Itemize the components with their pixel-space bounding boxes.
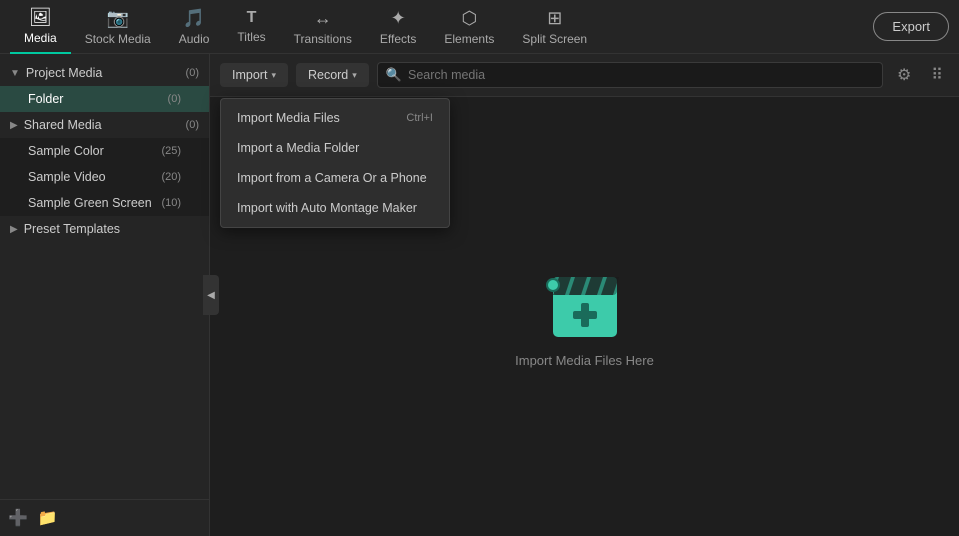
sidebar-bottom: ➕ 📁 [0, 499, 209, 536]
sidebar-label-sample-video: Sample Video [28, 170, 161, 184]
top-nav: 🖼 Media 📷 Stock Media 🎵 Audio T Titles ↔… [0, 0, 959, 54]
arrow-icon: ▼ [10, 68, 20, 79]
effects-icon: ✦ [391, 8, 406, 29]
filter-button[interactable]: ⚙ [891, 63, 917, 87]
sidebar-item-shared-media[interactable]: ▶ Shared Media (0) [0, 112, 209, 138]
export-button[interactable]: Export [873, 12, 949, 41]
record-button[interactable]: Record ▾ [296, 63, 369, 87]
media-icon: 🖼 [29, 7, 52, 28]
main-layout: ▼ Project Media (0) Folder (0) ▶ Shared … [0, 54, 959, 536]
search-bar: 🔍 [377, 62, 883, 88]
nav-label-media: Media [24, 31, 57, 45]
content-area: Import ▾ Record ▾ 🔍 ⚙ ⠿ Import Media Fil… [210, 54, 959, 536]
dropdown-overlay: Import Media Files Ctrl+I Import a Media… [220, 98, 450, 228]
placeholder-text: Import Media Files Here [515, 353, 654, 368]
sidebar-item-project-media[interactable]: ▼ Project Media (0) [0, 60, 209, 86]
clapperboard-icon [545, 265, 625, 337]
arrow-icon-preset: ▶ [10, 224, 18, 235]
nav-item-elements[interactable]: ⬡ Elements [430, 0, 508, 54]
dropdown-import-camera[interactable]: Import from a Camera Or a Phone [221, 163, 449, 193]
dropdown-label-import-montage: Import with Auto Montage Maker [237, 201, 417, 215]
dropdown-label-import-files: Import Media Files [237, 111, 340, 125]
record-label: Record [308, 68, 348, 82]
sidebar-item-sample-video[interactable]: Sample Video (20) [0, 164, 209, 190]
record-chevron-icon: ▾ [352, 70, 357, 81]
nav-label-stock-media: Stock Media [85, 32, 151, 46]
sidebar-count-sample-green-screen: (10) [161, 197, 181, 209]
sidebar-item-sample-color[interactable]: Sample Color (25) [0, 138, 209, 164]
elements-icon: ⬡ [462, 8, 478, 29]
search-icon: 🔍 [386, 67, 402, 83]
dropdown-shortcut-import-files: Ctrl+I [406, 112, 433, 124]
grid-view-button[interactable]: ⠿ [925, 63, 949, 87]
sidebar-count-shared-media: (0) [186, 119, 199, 131]
nav-item-stock-media[interactable]: 📷 Stock Media [71, 0, 165, 54]
toolbar: Import ▾ Record ▾ 🔍 ⚙ ⠿ [210, 54, 959, 97]
import-label: Import [232, 68, 267, 82]
sidebar-item-sample-green-screen[interactable]: Sample Green Screen (10) [0, 190, 209, 216]
split-screen-icon: ⊞ [547, 8, 562, 29]
sidebar-count-sample-video: (20) [161, 171, 181, 183]
nav-item-audio[interactable]: 🎵 Audio [165, 0, 224, 54]
nav-label-transitions: Transitions [294, 32, 352, 46]
dropdown-label-import-folder: Import a Media Folder [237, 141, 359, 155]
dropdown-menu: Import Media Files Ctrl+I Import a Media… [220, 98, 450, 228]
nav-label-titles: Titles [237, 30, 265, 44]
nav-item-transitions[interactable]: ↔ Transitions [280, 0, 366, 54]
nav-label-effects: Effects [380, 32, 416, 46]
audio-icon: 🎵 [183, 8, 205, 29]
sidebar-count-folder: (0) [168, 93, 181, 105]
dropdown-label-import-camera: Import from a Camera Or a Phone [237, 171, 427, 185]
nav-item-titles[interactable]: T Titles [223, 0, 279, 54]
import-chevron-icon: ▾ [271, 70, 276, 81]
sidebar-item-folder[interactable]: Folder (0) [0, 86, 209, 112]
sidebar-label-sample-green-screen: Sample Green Screen [28, 196, 161, 210]
dropdown-import-folder[interactable]: Import a Media Folder [221, 133, 449, 163]
sidebar-count-sample-color: (25) [161, 145, 181, 157]
sidebar: ▼ Project Media (0) Folder (0) ▶ Shared … [0, 54, 210, 536]
nav-label-elements: Elements [444, 32, 494, 46]
nav-item-split-screen[interactable]: ⊞ Split Screen [508, 0, 601, 54]
sidebar-label-shared-media: Shared Media [24, 118, 186, 132]
transitions-icon: ↔ [314, 8, 332, 29]
dropdown-import-files[interactable]: Import Media Files Ctrl+I [221, 103, 449, 133]
sidebar-count-project-media: (0) [186, 67, 199, 79]
nav-label-split-screen: Split Screen [522, 32, 587, 46]
sidebar-label-folder: Folder [28, 92, 168, 106]
sidebar-label-project-media: Project Media [26, 66, 186, 80]
sidebar-label-sample-color: Sample Color [28, 144, 161, 158]
stock-media-icon: 📷 [106, 8, 128, 29]
nav-label-audio: Audio [179, 32, 210, 46]
new-folder-button[interactable]: ➕ [8, 508, 28, 528]
titles-icon: T [247, 9, 257, 27]
sidebar-label-preset-templates: Preset Templates [24, 222, 199, 236]
sidebar-item-preset-templates[interactable]: ▶ Preset Templates [0, 216, 209, 242]
nav-item-effects[interactable]: ✦ Effects [366, 0, 430, 54]
dropdown-import-montage[interactable]: Import with Auto Montage Maker [221, 193, 449, 223]
search-input[interactable] [408, 68, 874, 82]
import-button[interactable]: Import ▾ [220, 63, 288, 87]
nav-item-media[interactable]: 🖼 Media [10, 0, 71, 54]
arrow-icon-shared: ▶ [10, 120, 18, 131]
collapse-handle[interactable]: ◀ [203, 275, 219, 315]
open-folder-button[interactable]: 📁 [38, 508, 58, 528]
